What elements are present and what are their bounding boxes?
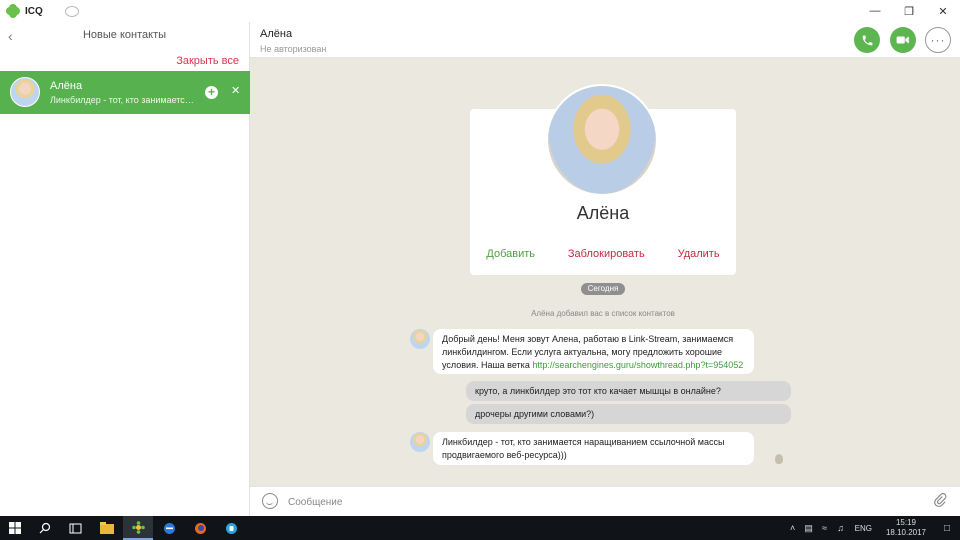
chat-contact-status: Не авторизован bbox=[260, 44, 327, 54]
skype-icon[interactable] bbox=[216, 516, 246, 540]
notifications-icon[interactable]: □ bbox=[934, 523, 960, 534]
chevron-up-icon[interactable]: ˄ bbox=[785, 523, 801, 533]
message-text: Линкбилдер - тот, кто занимается наращив… bbox=[442, 437, 725, 460]
video-call-button[interactable] bbox=[890, 27, 916, 53]
message-bubble-incoming: Линкбилдер - тот, кто занимается наращив… bbox=[433, 432, 754, 465]
sidebar-title: Новые контакты bbox=[82, 29, 167, 41]
contact-list-item[interactable]: Алёна Линкбилдер - тот, кто занимается н… bbox=[0, 71, 250, 114]
message-input[interactable] bbox=[288, 493, 888, 511]
wifi-icon[interactable]: ≈ bbox=[817, 523, 833, 533]
chat-panel: Алёна Не авторизован ··· Алёна Добавить … bbox=[250, 22, 960, 516]
message-link[interactable]: http://searchengines.guru/showthread.php… bbox=[532, 360, 743, 370]
more-icon[interactable]: ··· bbox=[925, 27, 951, 53]
message-composer bbox=[250, 486, 960, 516]
chat-contact-name: Алёна bbox=[260, 28, 293, 40]
close-window-button[interactable]: ✕ bbox=[926, 0, 960, 22]
back-icon[interactable]: ‹ bbox=[8, 28, 13, 44]
video-icon bbox=[896, 36, 909, 44]
volume-icon[interactable]: ♫ bbox=[833, 523, 849, 533]
title-bar: ICQ — ❐ ✕ bbox=[0, 0, 960, 22]
sidebar-header: ‹ Новые контакты bbox=[0, 22, 249, 48]
phone-icon bbox=[862, 35, 872, 45]
voice-call-button[interactable] bbox=[854, 27, 880, 53]
date-separator: Сегодня bbox=[581, 283, 625, 295]
taskbar: ˄ ▤ ≈ ♫ ENG 15:19 18.10.2017 □ bbox=[0, 516, 960, 540]
icq-taskbar-icon[interactable] bbox=[123, 516, 153, 540]
close-icon[interactable]: ✕ bbox=[231, 84, 240, 97]
clock[interactable]: 15:19 18.10.2017 bbox=[886, 518, 926, 538]
restore-button[interactable]: ❐ bbox=[892, 0, 926, 22]
delete-contact-button[interactable]: Удалить bbox=[678, 248, 720, 260]
edge-icon[interactable] bbox=[154, 516, 184, 540]
emoji-icon[interactable] bbox=[262, 493, 278, 509]
profile-actions: Добавить Заблокировать Удалить bbox=[470, 248, 736, 260]
avatar bbox=[410, 329, 430, 349]
firefox-icon[interactable] bbox=[185, 516, 215, 540]
minimize-button[interactable]: — bbox=[858, 0, 892, 22]
read-receipt-icon bbox=[775, 454, 783, 464]
chat-header: Алёна Не авторизован ··· bbox=[250, 22, 960, 58]
icq-logo-icon bbox=[6, 4, 20, 18]
message-text: дрочеры другими словами?) bbox=[475, 409, 595, 419]
contact-preview: Линкбилдер - тот, кто занимается наращив… bbox=[50, 95, 195, 105]
system-tray: ˄ ▤ ≈ ♫ ENG 15:19 18.10.2017 □ bbox=[785, 516, 960, 540]
clock-date: 18.10.2017 bbox=[885, 528, 926, 537]
window-controls: — ❐ ✕ bbox=[858, 0, 960, 22]
profile-avatar bbox=[546, 84, 658, 196]
network-icon[interactable]: ▤ bbox=[801, 523, 817, 534]
close-all-link[interactable]: Закрыть все bbox=[176, 55, 239, 67]
windows-start-icon[interactable] bbox=[0, 516, 30, 540]
message-bubble-outgoing: дрочеры другими словами?) bbox=[466, 404, 791, 424]
message-bubble-incoming: Добрый день! Меня зовут Алена, работаю в… bbox=[433, 329, 754, 374]
sidebar: ‹ Новые контакты Закрыть все Алёна Линкб… bbox=[0, 22, 250, 516]
clock-time: 15:19 bbox=[895, 518, 916, 527]
add-contact-icon[interactable]: + bbox=[205, 86, 218, 99]
contact-name: Алёна bbox=[50, 80, 83, 92]
search-icon[interactable] bbox=[30, 516, 60, 540]
attach-icon[interactable] bbox=[933, 492, 947, 511]
task-view-icon[interactable] bbox=[60, 516, 90, 540]
avatar bbox=[10, 77, 40, 107]
file-explorer-icon[interactable] bbox=[92, 516, 122, 540]
message-history[interactable]: Алёна Добавить Заблокировать Удалить Сег… bbox=[250, 58, 960, 486]
system-message: Алёна добавил вас в список контактов bbox=[531, 309, 675, 318]
message-bubble-outgoing: круто, а линкбилдер это тот кто качает м… bbox=[466, 381, 791, 401]
avatar bbox=[410, 432, 430, 452]
block-contact-button[interactable]: Заблокировать bbox=[568, 248, 645, 260]
chat-bubble-icon[interactable] bbox=[64, 5, 79, 17]
app-title: ICQ bbox=[25, 5, 43, 17]
profile-name: Алёна bbox=[576, 203, 630, 223]
language-indicator[interactable]: ENG bbox=[855, 524, 872, 533]
message-text: круто, а линкбилдер это тот кто качает м… bbox=[475, 386, 721, 396]
add-contact-button[interactable]: Добавить bbox=[486, 248, 535, 260]
